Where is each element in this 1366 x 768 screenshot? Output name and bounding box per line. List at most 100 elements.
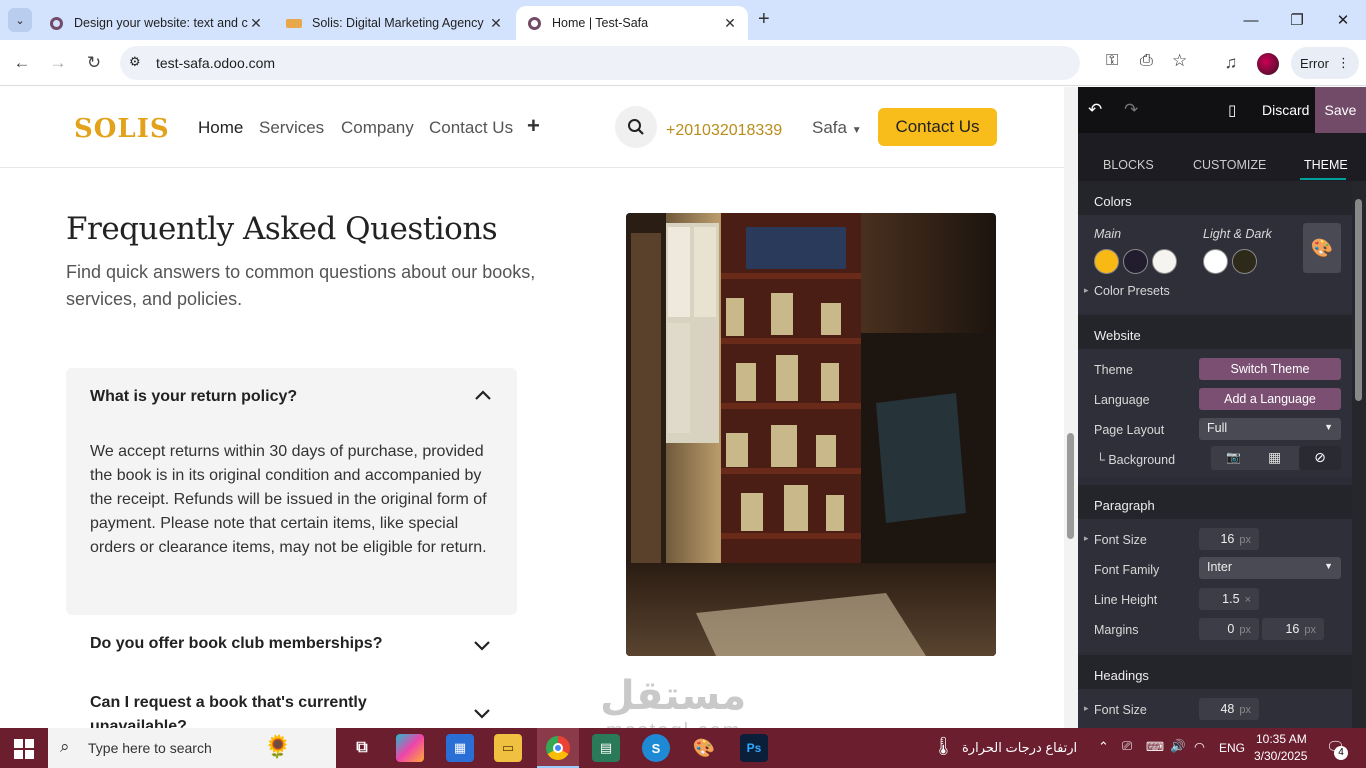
clock-date[interactable]: 3/30/2025 [1254, 749, 1307, 763]
site-search-button[interactable] [615, 106, 657, 148]
site-scrollbar[interactable] [1064, 87, 1078, 728]
new-tab-button[interactable]: + [758, 8, 770, 31]
headings-font-size-input[interactable]: 48 px [1199, 698, 1259, 720]
dark-color-swatch[interactable] [1232, 249, 1257, 274]
clock-time[interactable]: 10:35 AM [1256, 732, 1307, 746]
no-background-icon[interactable]: ⊘ [1299, 446, 1341, 470]
site-logo[interactable]: SOLIS [74, 114, 170, 144]
copilot-icon[interactable] [396, 734, 424, 762]
browser-tab-solis[interactable]: Solis: Digital Marketing Agency ✕ [276, 6, 514, 40]
weather-text[interactable]: ارتفاع درجات الحرارة [962, 740, 1077, 756]
browser-tab-design[interactable]: Design your website: text and c ✕ [38, 6, 274, 40]
main-color-swatch-2[interactable] [1123, 249, 1148, 274]
mobile-preview-icon[interactable]: ▯ [1228, 101, 1236, 119]
tab-search-icon[interactable]: ⌄ [8, 8, 32, 32]
file-explorer-icon[interactable]: ▭ [494, 734, 522, 762]
website-section-header[interactable]: Website [1078, 315, 1352, 349]
light-color-swatch[interactable] [1203, 249, 1228, 274]
faq-question[interactable]: Can I request a book that's currently un… [90, 691, 420, 728]
margin-top-input[interactable]: 0 px [1199, 618, 1259, 640]
main-color-swatch-3[interactable] [1152, 249, 1177, 274]
error-menu-button[interactable]: Error ⋮ [1291, 47, 1359, 79]
paint-icon[interactable]: 🎨 [690, 734, 718, 762]
reload-icon[interactable]: ↻ [79, 48, 109, 78]
redo-icon[interactable]: ↷ [1124, 100, 1138, 120]
save-button[interactable]: Save [1315, 87, 1366, 133]
chrome-taskbar-button[interactable] [537, 728, 579, 768]
tab-close-icon[interactable]: ✕ [488, 15, 504, 32]
panel-scroll-thumb[interactable] [1355, 199, 1362, 401]
network-icon[interactable]: ⎚ [1122, 739, 1132, 754]
palette-icon[interactable]: 🎨 [1303, 223, 1341, 273]
media-control-icon[interactable]: ♫ [1216, 48, 1246, 78]
tab-customize[interactable]: CUSTOMIZE [1193, 158, 1266, 172]
switch-theme-button[interactable]: Switch Theme [1199, 358, 1341, 380]
task-view-icon[interactable]: ⧉ [348, 734, 376, 762]
calculator-icon[interactable]: ▤ [592, 734, 620, 762]
minimize-icon[interactable]: — [1228, 0, 1274, 40]
tab-close-icon[interactable]: ✕ [248, 15, 264, 32]
language-label: Language [1094, 393, 1150, 407]
colors-section-header[interactable]: Colors [1078, 181, 1352, 215]
taskbar-search-box[interactable]: ⌕ Type here to search 🌻 [48, 728, 336, 768]
faq-item-expanded[interactable]: What is your return policy? We accept re… [66, 368, 517, 615]
wifi-icon[interactable]: ◠ [1194, 739, 1205, 754]
nav-home[interactable]: Home [198, 118, 243, 138]
chevron-down-icon[interactable] [473, 707, 491, 721]
close-window-icon[interactable]: ✕ [1320, 0, 1366, 40]
user-menu[interactable]: Safa ▼ [812, 118, 862, 138]
discard-button[interactable]: Discard [1262, 102, 1309, 118]
forward-icon[interactable]: → [43, 48, 73, 78]
restore-icon[interactable]: ❐ [1274, 0, 1320, 40]
contact-us-button[interactable]: Contact Us [878, 108, 997, 146]
site-scroll-thumb[interactable] [1067, 433, 1074, 539]
password-key-icon[interactable]: ⚿ [1106, 52, 1118, 70]
site-info-icon[interactable]: ⚙ [129, 54, 141, 70]
language-indicator[interactable]: ENG [1219, 741, 1245, 755]
paragraph-font-size-input[interactable]: 16 px [1199, 528, 1259, 550]
chevron-up-icon[interactable] [474, 388, 492, 402]
faq-question[interactable]: What is your return policy? [90, 388, 297, 406]
windows-start-icon[interactable] [14, 739, 34, 759]
microsoft-store-icon[interactable]: ▦ [446, 734, 474, 762]
color-presets-toggle[interactable]: Color Presets [1094, 284, 1170, 298]
nav-contact-us[interactable]: Contact Us [429, 118, 513, 138]
nav-add-icon[interactable]: + [527, 113, 540, 139]
skype-icon[interactable]: S [642, 734, 670, 762]
camera-icon[interactable]: 📷 [1226, 450, 1241, 464]
profile-avatar[interactable] [1257, 53, 1279, 75]
browser-tab-home[interactable]: Home | Test-Safa ✕ [516, 6, 748, 40]
main-color-swatch-1[interactable] [1094, 249, 1119, 274]
page-layout-select[interactable]: Full ▼ [1199, 418, 1341, 440]
tab-close-icon[interactable]: ✕ [722, 15, 738, 32]
volume-icon[interactable]: 🔊 [1170, 739, 1186, 754]
nav-services[interactable]: Services [259, 118, 324, 138]
bookmark-star-icon[interactable]: ☆ [1172, 51, 1187, 71]
undo-icon[interactable]: ↶ [1088, 100, 1102, 120]
add-language-button[interactable]: Add a Language [1199, 388, 1341, 410]
tray-chevron-up-icon[interactable]: ⌃ [1098, 739, 1109, 755]
install-app-icon[interactable]: ⎙ [1140, 52, 1153, 70]
windows-taskbar: ⌕ Type here to search 🌻 ⧉ ▦ ▭ ▤ S 🎨 Ps 🌡… [0, 728, 1366, 768]
headings-section-header[interactable]: Headings [1078, 655, 1352, 689]
tab-theme[interactable]: THEME [1304, 158, 1348, 172]
faq-question[interactable]: Do you offer book club memberships? [90, 635, 382, 653]
search-highlight-icon[interactable]: 🌻 [264, 734, 291, 760]
panel-scrollbar[interactable] [1352, 181, 1366, 728]
chevron-down-icon[interactable] [473, 639, 491, 653]
nav-company[interactable]: Company [341, 118, 414, 138]
back-icon[interactable]: ← [7, 48, 37, 78]
font-family-select[interactable]: Inter ▼ [1199, 557, 1341, 579]
phone-number[interactable]: +201032018339 [666, 122, 782, 140]
pattern-grid-icon[interactable]: ▦ [1268, 449, 1281, 466]
line-height-input[interactable]: 1.5 × [1199, 588, 1259, 610]
address-bar[interactable]: ⚙ test-safa.odoo.com ⚿ ⎙ ☆ [120, 46, 1187, 80]
photoshop-icon[interactable]: Ps [740, 734, 768, 762]
paragraph-section-header[interactable]: Paragraph [1078, 485, 1352, 519]
input-indicator-icon[interactable]: ⌨ [1146, 739, 1164, 754]
faq-subtitle: Find quick answers to common questions a… [66, 262, 536, 309]
colors-section: Main Light & Dark 🎨 ▸ Color Presets [1078, 215, 1352, 313]
thermometer-icon[interactable]: 🌡 [932, 736, 955, 757]
tab-blocks[interactable]: BLOCKS [1103, 158, 1154, 172]
margin-bottom-input[interactable]: 16 px [1262, 618, 1324, 640]
